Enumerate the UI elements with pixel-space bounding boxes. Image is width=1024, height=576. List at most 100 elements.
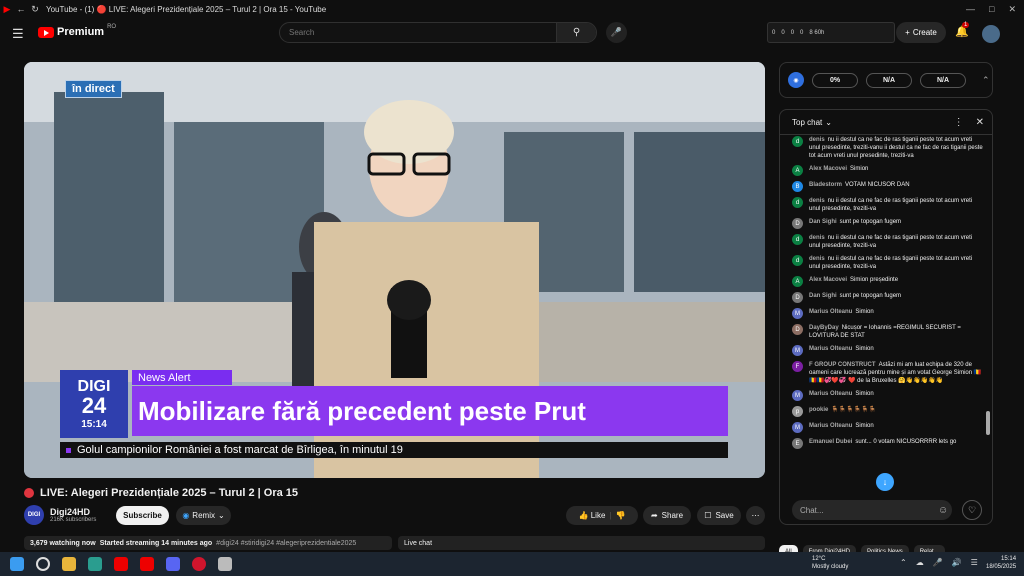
chat-message[interactable]: F F GROUP CONSTRUCT Astăzi mi am luat echi… — [792, 361, 984, 385]
search-taskbar-icon[interactable] — [36, 557, 50, 571]
dislike-icon[interactable]: 👎 — [615, 511, 625, 520]
chat-message[interactable]: M Marius Olteanu Simion — [792, 345, 984, 356]
collapse-icon[interactable]: ⌃ — [982, 75, 990, 86]
chat-author-name[interactable]: F GROUP CONSTRUCT — [809, 362, 876, 368]
channel-info[interactable]: DIGI Digi24HD 216K subscribers — [24, 505, 96, 525]
top-chat-dropdown[interactable]: Top chat — [792, 118, 822, 127]
poll-value[interactable]: 0% — [812, 72, 858, 88]
chat-message[interactable]: D Dan Sighi sunt pe topogan fugem — [792, 292, 984, 303]
chat-author-avatar[interactable]: d — [792, 234, 803, 245]
chat-message[interactable]: d denis nu ii destul ca ne fac de ras tiga… — [792, 136, 984, 160]
chat-author-avatar[interactable]: E — [792, 438, 803, 449]
chat-author-avatar[interactable]: M — [792, 390, 803, 401]
description-box[interactable]: 3,679 watching now Started streaming 14 … — [24, 536, 392, 550]
chat-message[interactable]: B Bladestorm VOTAM NICUSOR DAN — [792, 181, 984, 192]
cloud-icon[interactable]: ☁ — [916, 558, 924, 567]
app-icon[interactable] — [218, 557, 232, 571]
chat-author-name[interactable]: DayByDay — [809, 325, 839, 331]
chat-input[interactable]: Chat... — [792, 500, 952, 520]
chat-author-name[interactable]: Bladestorm — [809, 182, 842, 188]
chevron-up-icon[interactable]: ⌃ — [900, 558, 907, 567]
windows-start-icon[interactable] — [10, 557, 24, 571]
close-icon[interactable]: ✕ — [1008, 4, 1016, 15]
chat-author-name[interactable]: Marius Olteanu — [809, 346, 852, 352]
chat-author-name[interactable]: Alex Macovei — [809, 166, 847, 172]
system-clock[interactable]: 15:14 18/05/2025 — [986, 555, 1016, 571]
maximize-icon[interactable]: □ — [989, 4, 994, 15]
microphone-icon[interactable]: 🎤 — [606, 22, 627, 43]
weather-widget[interactable]: 12°C Mostly cloudy — [812, 555, 848, 571]
chat-author-name[interactable]: denis — [809, 198, 825, 204]
chat-author-avatar[interactable]: A — [792, 276, 803, 287]
chat-message[interactable]: M Marius Olteanu Simion — [792, 308, 984, 319]
chat-author-avatar[interactable]: B — [792, 181, 803, 192]
chat-author-name[interactable]: Alex Macovei — [809, 277, 847, 283]
chat-message[interactable]: d denis nu ii destul ca ne fac de ras tiga… — [792, 197, 984, 213]
file-explorer-icon[interactable] — [62, 557, 76, 571]
extension-stats-widget[interactable]: 0 0 0 0 8 60h — [767, 22, 895, 43]
notifications-bell-icon[interactable]: 🔔 1 — [955, 22, 970, 38]
create-button[interactable]: + Create — [896, 22, 946, 43]
chat-author-name[interactable]: Emanuel Dubei — [809, 439, 852, 445]
opera-icon[interactable] — [192, 557, 206, 571]
more-vert-icon[interactable]: ⋮ — [954, 117, 964, 128]
youtube-app-icon[interactable] — [114, 557, 128, 571]
chat-message[interactable]: D Dan Sighi sunt pe topogan fugem — [792, 218, 984, 229]
chevron-down-icon[interactable]: ⌄ — [825, 118, 832, 127]
more-actions-button[interactable]: ⋯ — [746, 506, 765, 525]
chat-message[interactable]: A Alex Macovei Simion președinte — [792, 276, 984, 287]
chat-author-name[interactable]: denis — [809, 235, 825, 241]
chat-author-avatar[interactable]: F — [792, 361, 803, 372]
search-input[interactable] — [280, 28, 556, 37]
search-icon[interactable]: ⚲ — [556, 23, 596, 42]
chat-author-name[interactable]: pookie — [809, 407, 828, 413]
chat-message[interactable]: d denis nu ii destul ca ne fac de ras tiga… — [792, 234, 984, 250]
close-chat-icon[interactable]: ✕ — [976, 117, 984, 128]
scroll-down-icon[interactable]: ↓ — [876, 473, 894, 491]
chat-author-avatar[interactable]: D — [792, 292, 803, 303]
chat-author-avatar[interactable]: d — [792, 255, 803, 266]
wifi-icon[interactable]: ☰ — [971, 558, 978, 567]
channel-name[interactable]: Digi24HD — [50, 507, 96, 517]
account-avatar[interactable] — [982, 25, 1000, 43]
scrollbar-thumb[interactable] — [986, 411, 990, 435]
emoji-icon[interactable]: ☺ — [938, 505, 948, 516]
heart-reaction-button[interactable]: ♡ — [962, 500, 982, 520]
volume-icon[interactable]: 🔊 — [952, 558, 962, 567]
chat-author-name[interactable]: Dan Sighi — [809, 219, 837, 225]
share-button[interactable]: ➦ Share — [643, 506, 691, 525]
chat-author-name[interactable]: Marius Olteanu — [809, 391, 852, 397]
youtube-app-icon[interactable] — [140, 557, 154, 571]
like-button[interactable]: 👍 Like — [579, 511, 606, 520]
subscribe-button[interactable]: Subscribe — [116, 506, 169, 525]
chat-message[interactable]: M Marius Olteanu Simion — [792, 422, 984, 433]
hashtags[interactable]: #digi24 #stiridigi24 #alegeriprezidentia… — [216, 540, 356, 547]
edge-browser-icon[interactable] — [88, 557, 102, 571]
reload-icon[interactable]: ↻ — [28, 2, 42, 16]
chat-author-name[interactable]: Dan Sighi — [809, 293, 837, 299]
channel-avatar[interactable]: DIGI — [24, 505, 44, 525]
chat-author-name[interactable]: Marius Olteanu — [809, 309, 852, 315]
chat-author-avatar[interactable]: A — [792, 165, 803, 176]
poll-value[interactable]: N/A — [866, 72, 912, 88]
poll-value[interactable]: N/A — [920, 72, 966, 88]
chat-author-avatar[interactable]: D — [792, 324, 803, 335]
chat-message[interactable]: E Emanuel Dubei sunt... 0 votam NICUSORRRR… — [792, 438, 984, 449]
chat-author-name[interactable]: denis — [809, 137, 825, 143]
minimize-icon[interactable]: — — [966, 4, 975, 15]
chat-message[interactable]: p pookie 🪑🪑🪑🪑🪑🪑 — [792, 406, 984, 417]
menu-icon[interactable]: ☰ — [12, 26, 24, 42]
chat-author-avatar[interactable]: M — [792, 422, 803, 433]
save-button[interactable]: ☐ Save — [697, 506, 741, 525]
back-icon[interactable]: ← — [14, 2, 28, 16]
chat-message[interactable]: M Marius Olteanu Simion — [792, 390, 984, 401]
chat-message[interactable]: D DayByDay Nicușor = Iohannis =REGIMUL SEC… — [792, 324, 984, 340]
discord-icon[interactable] — [166, 557, 180, 571]
mic-tray-icon[interactable]: 🎤 — [933, 558, 943, 567]
chat-author-avatar[interactable]: d — [792, 136, 803, 147]
chat-scrollbar[interactable] — [986, 136, 990, 496]
chat-author-name[interactable]: denis — [809, 256, 825, 262]
chat-author-avatar[interactable]: p — [792, 406, 803, 417]
chat-messages-list[interactable]: d denis nu ii destul ca ne fac de ras tiga… — [780, 136, 984, 494]
chat-author-avatar[interactable]: D — [792, 218, 803, 229]
